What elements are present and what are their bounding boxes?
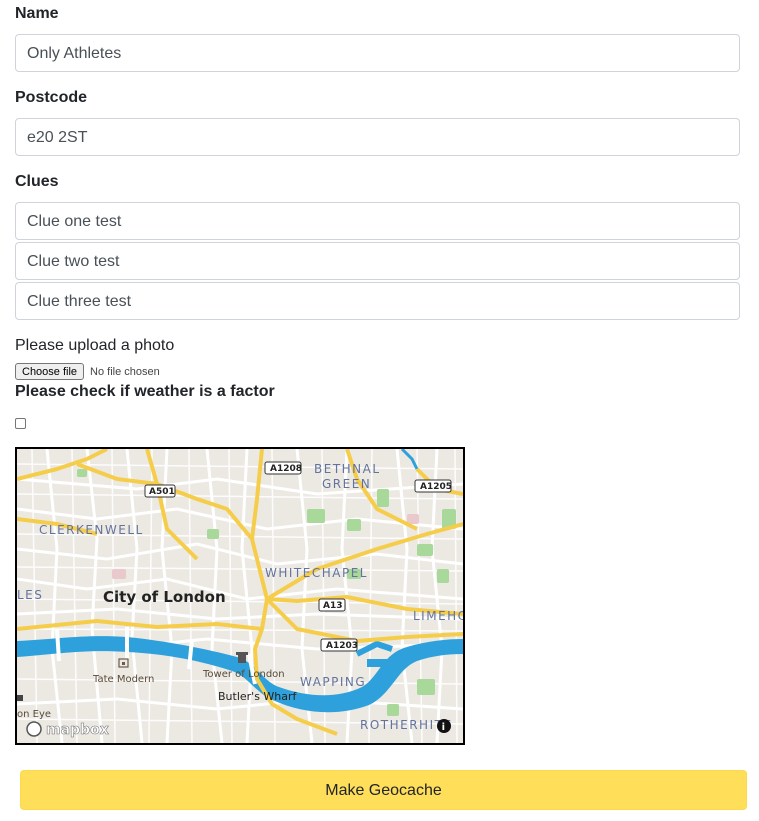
city-label: City of London	[103, 588, 226, 606]
clue-three-input[interactable]: Clue three test	[15, 282, 740, 320]
road-shield-a1205: A1205	[414, 479, 452, 493]
butlers-label: Butler's Wharf	[218, 690, 298, 703]
road-shield-a1208: A1208	[264, 461, 302, 475]
weather-checkbox[interactable]	[15, 418, 26, 429]
bethnal-label: BETHNAL	[314, 462, 381, 476]
info-icon[interactable]: i	[437, 719, 451, 733]
clue-one-input[interactable]: Clue one test	[15, 202, 740, 240]
svg-text:A13: A13	[323, 601, 343, 611]
file-status: No file chosen	[90, 365, 160, 378]
name-label: Name	[15, 5, 59, 22]
clues-label: Clues	[15, 173, 59, 190]
mapbox-wordmark: mapbox	[46, 722, 109, 738]
map-canvas: BETHNAL GREEN CLERKENWELL WHITECHAPEL LI…	[17, 449, 463, 743]
choose-file-button[interactable]: Choose file	[15, 363, 85, 380]
weather-label: Please check if weather is a factor	[15, 383, 275, 400]
road-shield-a13: A13	[318, 598, 346, 612]
clue-two-input[interactable]: Clue two test	[15, 242, 740, 280]
wapping-label: WAPPING	[300, 675, 366, 689]
svg-text:A1205: A1205	[420, 482, 452, 492]
basin-water	[367, 659, 387, 667]
eye-label: on Eye	[17, 709, 51, 720]
map[interactable]: BETHNAL GREEN CLERKENWELL WHITECHAPEL LI…	[15, 447, 465, 745]
svg-text:A501: A501	[149, 487, 175, 497]
les-label: LES	[17, 588, 43, 602]
road-shield-a1203: A1203	[320, 638, 358, 652]
tate-label: Tate Modern	[92, 674, 154, 685]
postcode-label: Postcode	[15, 89, 88, 106]
whitechapel-label: WHITECHAPEL	[265, 566, 368, 580]
postcode-input[interactable]: e20 2ST	[15, 118, 740, 156]
svg-text:A1203: A1203	[326, 641, 358, 651]
make-geocache-button[interactable]: Make Geocache	[20, 770, 747, 810]
tower-label: Tower of London	[202, 669, 285, 680]
limehouse-label: LIMEHO	[413, 609, 463, 623]
file-upload[interactable]: Choose file No file chosen	[15, 363, 160, 380]
photo-label: Please upload a photo	[15, 337, 175, 354]
svg-text:A1208: A1208	[270, 464, 302, 474]
svg-text:i: i	[442, 722, 445, 733]
eye-icon	[17, 695, 23, 701]
name-input[interactable]: Only Athletes	[15, 34, 740, 72]
road-shield-a501: A501	[144, 484, 176, 498]
green-label: GREEN	[322, 477, 371, 491]
clerkenwell-label: CLERKENWELL	[39, 523, 144, 537]
